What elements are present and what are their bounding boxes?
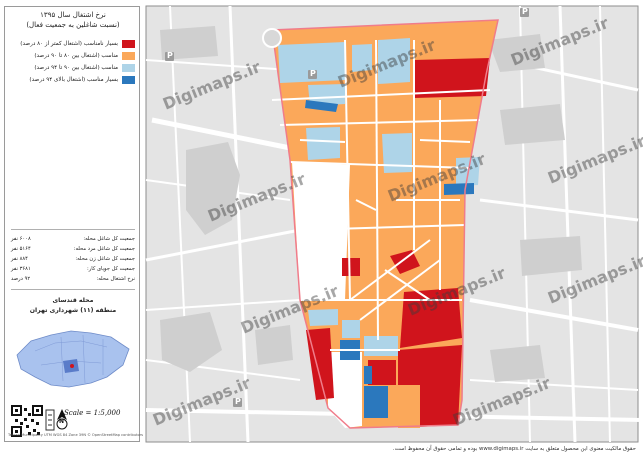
stat-label: نرخ اشتغال محله: xyxy=(96,276,135,282)
parking-label: P xyxy=(235,397,241,406)
area-name: محله قندسای xyxy=(52,297,94,304)
parking-label: P xyxy=(310,69,316,78)
logo-icon xyxy=(45,409,55,431)
stat-label: جمعیت کل شاغل مرد محله: xyxy=(73,246,135,252)
divider xyxy=(11,229,135,230)
stat-value: ۹۲ درصد xyxy=(11,276,31,282)
stat-row: جمعیت کل شاغل محله: ۶۰۰۸ نفر xyxy=(11,235,135,244)
stat-value: ۳۶۸۱ نفر xyxy=(11,266,31,272)
legend-item: بسیار مناسب (اشتغال بالای ۹۴ درصد) xyxy=(11,75,135,85)
map-subtitle: (نسبت شاغلین به جمعیت فعال) xyxy=(26,21,120,29)
copyright-footer: حقوق مالکیت معنوی این محصول متعلق به سای… xyxy=(392,446,636,452)
map-title: نرخ اشتغال سال ۱۳۹۵ xyxy=(40,11,106,19)
stat-value: ۵۱۶۴ نفر xyxy=(11,246,31,252)
legend-label: مناسب (اشتغال بین ۹۰ تا ۹۴ درصد) xyxy=(34,65,118,71)
stat-label: جمعیت کل شاغل محله: xyxy=(83,236,135,242)
locator-map xyxy=(11,321,135,399)
stat-value: ۶۰۰۸ نفر xyxy=(11,236,31,242)
legend-item: مناسب (اشتغال بین ۹۰ تا ۹۴ درصد) xyxy=(11,63,135,73)
stat-label: جمعیت کل جویای کار: xyxy=(87,266,135,272)
divider xyxy=(11,289,135,290)
north-label: N xyxy=(59,418,65,425)
district-name: منطقه (۱۱) شهرداری تهران xyxy=(29,307,117,314)
stat-row: جمعیت کل جویای کار: ۳۶۸۱ نفر xyxy=(11,265,135,274)
legend-swatch xyxy=(122,40,135,48)
legend-label: مناسب (اشتغال بین ۸۰ تا ۹۰ درصد) xyxy=(34,53,118,59)
legend-swatch xyxy=(122,76,135,84)
credit-line: Tehran Municipality UTM WGS 84 Zone 39N … xyxy=(8,433,144,437)
stat-label: جمعیت کل شاغل زن محله: xyxy=(75,256,135,262)
legend-swatch xyxy=(122,52,135,60)
legend-label: بسیار نامناسب (اشتغال کمتر از ۸۰ درصد) xyxy=(20,41,118,47)
stat-row: جمعیت کل شاغل زن محله: ۸۸۴ نفر xyxy=(11,255,135,264)
parking-label: P xyxy=(167,51,173,60)
scale-label: Scale = 1:5,000 xyxy=(64,409,121,417)
stat-value: ۸۸۴ نفر xyxy=(11,256,28,262)
legend-item: بسیار نامناسب (اشتغال کمتر از ۸۰ درصد) xyxy=(11,39,135,49)
stat-row: نرخ اشتغال محله: ۹۲ درصد xyxy=(11,275,135,284)
stat-row: جمعیت کل شاغل مرد محله: ۵۱۶۴ نفر xyxy=(11,245,135,254)
legend-swatch xyxy=(122,64,135,72)
legend-panel: نرخ اشتغال سال ۱۳۹۵ (نسبت شاغلین به جمعی… xyxy=(4,6,140,442)
parking-label: P xyxy=(522,7,528,16)
roundabout xyxy=(262,28,282,48)
legend-item: مناسب (اشتغال بین ۸۰ تا ۹۰ درصد) xyxy=(11,51,135,61)
legend-label: بسیار مناسب (اشتغال بالای ۹۴ درصد) xyxy=(29,77,118,83)
